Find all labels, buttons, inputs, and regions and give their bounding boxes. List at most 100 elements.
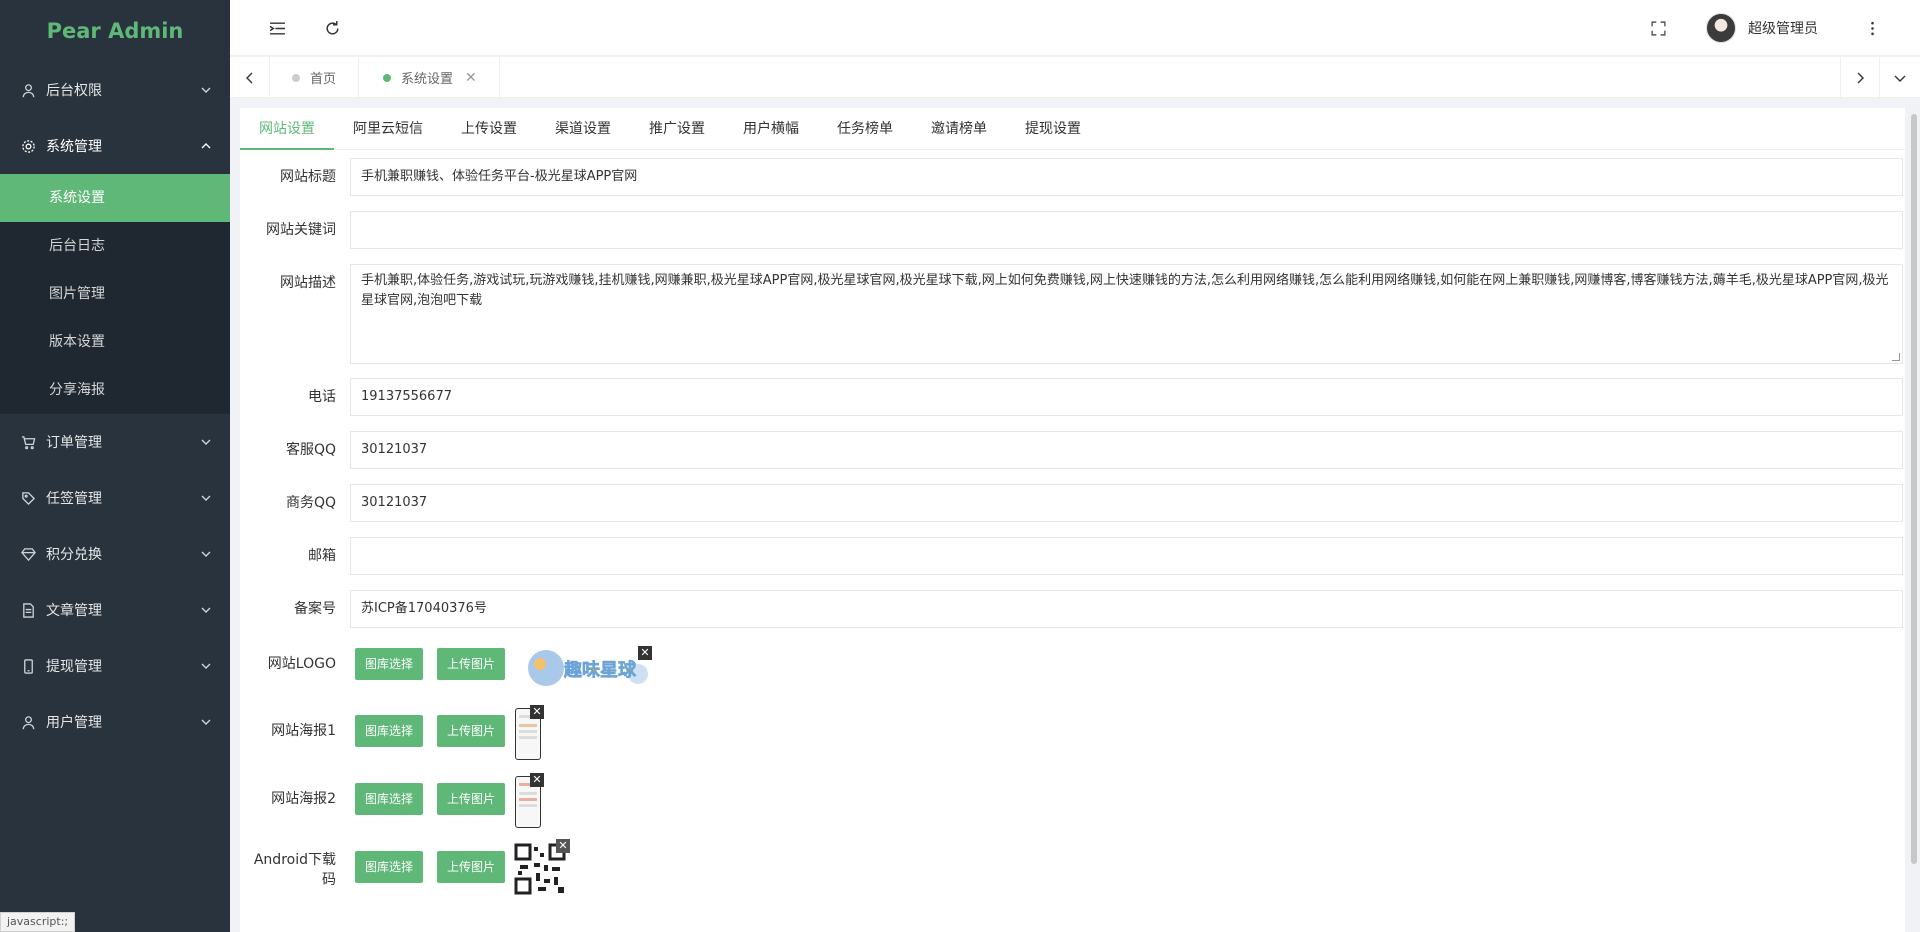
sidebar-item-users[interactable]: 用户管理 — [0, 694, 230, 750]
diamond-icon — [20, 546, 36, 562]
chevron-down-icon — [201, 719, 211, 725]
email-label: 邮箱 — [308, 548, 336, 564]
tabs-dropdown-icon[interactable] — [1880, 57, 1920, 98]
service-qq-label: 客服QQ — [285, 442, 336, 458]
page-scrollbar[interactable] — [1910, 108, 1918, 932]
close-icon[interactable]: ✕ — [465, 70, 477, 86]
poster1-upload-button[interactable]: 上传图片 — [437, 715, 506, 747]
app-logo[interactable]: Pear Admin — [0, 0, 230, 62]
tabs-scroll-right-icon[interactable] — [1840, 57, 1880, 98]
site-title-input[interactable]: 手机兼职赚钱、体验任务平台-极光星球APP官网 — [350, 158, 1903, 196]
sidebar-item-admin-logs[interactable]: 后台日志 — [0, 222, 230, 270]
tab-task-ranking[interactable]: 任务榜单 — [818, 108, 912, 150]
poster2-label: 网站海报2 — [271, 791, 336, 807]
sidebar-item-label: 任签管理 — [46, 491, 102, 507]
logo-upload-button[interactable]: 上传图片 — [437, 648, 506, 680]
android-library-button[interactable]: 图库选择 — [355, 851, 424, 883]
tab-status-dot — [383, 73, 391, 82]
sidebar-item-articles[interactable]: 文章管理 — [0, 582, 230, 638]
browser-status-bar: javascript:; — [0, 912, 76, 932]
remove-image-icon[interactable]: ✕ — [530, 773, 544, 787]
sidebar-item-tasks[interactable]: 任签管理 — [0, 470, 230, 526]
poster2-upload-button[interactable]: 上传图片 — [437, 783, 506, 815]
sidebar: Pear Admin 后台权限 系统管理 系统设置 后台日志 图片管理 版本设置… — [0, 0, 230, 932]
tab-website-settings[interactable]: 网站设置 — [240, 108, 334, 150]
sidebar-item-image-management[interactable]: 图片管理 — [0, 270, 230, 318]
gear-icon — [20, 138, 36, 154]
chevron-down-icon — [201, 87, 211, 93]
user-icon — [20, 82, 36, 98]
sidebar-item-withdrawals[interactable]: 提现管理 — [0, 638, 230, 694]
android-qr-thumbnail: ✕ — [514, 839, 570, 895]
remove-image-icon[interactable]: ✕ — [638, 646, 652, 660]
scrollbar-thumb[interactable] — [1911, 114, 1917, 864]
phone-label: 电话 — [308, 389, 336, 405]
document-icon — [20, 602, 36, 618]
poster1-library-button[interactable]: 图库选择 — [355, 715, 424, 747]
tabs-scroll-left-icon[interactable] — [230, 57, 270, 98]
chevron-down-icon — [201, 551, 211, 557]
logo-library-button[interactable]: 图库选择 — [355, 648, 424, 680]
logo-image: 趣味星球 — [528, 650, 648, 686]
icp-input[interactable]: 苏ICP备17040376号 — [350, 590, 1903, 628]
poster1-thumbnail: ✕ — [515, 705, 544, 760]
page-tabs-bar: 首页 系统设置 ✕ — [230, 57, 1920, 98]
sidebar-item-label: 后台权限 — [46, 83, 102, 99]
chevron-down-icon — [201, 495, 211, 501]
refresh-icon[interactable] — [318, 14, 346, 42]
tag-icon — [20, 490, 36, 506]
description-text: 手机兼职,体验任务,游戏试玩,玩游戏赚钱,挂机赚钱,网赚兼职,极光星球APP官网… — [361, 273, 1889, 308]
sidebar-item-points[interactable]: 积分兑换 — [0, 526, 230, 582]
sidebar-item-label: 文章管理 — [46, 603, 102, 619]
service-qq-input[interactable]: 30121037 — [350, 431, 1903, 469]
poster1-label: 网站海报1 — [271, 723, 336, 739]
tab-aliyun-sms[interactable]: 阿里云短信 — [334, 108, 442, 150]
chevron-down-icon — [201, 663, 211, 669]
sidebar-item-label: 订单管理 — [46, 435, 102, 451]
sidebar-item-permissions[interactable]: 后台权限 — [0, 62, 230, 118]
page-tab-home[interactable]: 首页 — [270, 57, 360, 98]
cart-icon — [20, 434, 36, 450]
tab-invite-ranking[interactable]: 邀请榜单 — [912, 108, 1006, 150]
logo-thumbnail: 趣味星球 ✕ — [520, 640, 656, 692]
sidebar-item-label: 积分兑换 — [46, 547, 102, 563]
sidebar-item-system-settings[interactable]: 系统设置 — [0, 174, 230, 222]
sidebar-item-label: 系统管理 — [46, 139, 102, 155]
username: 超级管理员 — [1748, 21, 1818, 37]
user-menu[interactable]: 超级管理员 — [1706, 10, 1818, 46]
sidebar-item-label: 提现管理 — [46, 659, 102, 675]
svg-text:趣味星球: 趣味星球 — [563, 660, 637, 681]
tab-withdraw-settings[interactable]: 提现设置 — [1006, 108, 1100, 150]
sidebar-item-system[interactable]: 系统管理 — [0, 118, 230, 174]
sidebar-item-orders[interactable]: 订单管理 — [0, 414, 230, 470]
menu-toggle-icon[interactable] — [263, 14, 291, 42]
keywords-input[interactable] — [350, 211, 1903, 249]
top-header: 超级管理员 — [230, 0, 1920, 56]
remove-image-icon[interactable]: ✕ — [556, 839, 570, 853]
sidebar-item-share-poster[interactable]: 分享海报 — [0, 366, 230, 414]
tab-channel-settings[interactable]: 渠道设置 — [536, 108, 630, 150]
description-textarea[interactable]: 手机兼职,体验任务,游戏试玩,玩游戏赚钱,挂机赚钱,网赚兼职,极光星球APP官网… — [350, 264, 1903, 364]
icp-label: 备案号 — [294, 601, 336, 617]
business-qq-label: 商务QQ — [285, 495, 336, 511]
chevron-down-icon — [201, 607, 211, 613]
tab-user-banner[interactable]: 用户横幅 — [724, 108, 818, 150]
android-upload-button[interactable]: 上传图片 — [437, 851, 506, 883]
page-tab-label: 首页 — [310, 72, 337, 87]
more-vertical-icon[interactable] — [1858, 14, 1886, 42]
keywords-label: 网站关键词 — [266, 222, 336, 238]
poster2-library-button[interactable]: 图库选择 — [355, 783, 424, 815]
tab-upload-settings[interactable]: 上传设置 — [442, 108, 536, 150]
tab-promotion-settings[interactable]: 推广设置 — [630, 108, 724, 150]
page-tab-system-settings[interactable]: 系统设置 ✕ — [361, 57, 500, 98]
business-qq-input[interactable]: 30121037 — [350, 484, 1903, 522]
phone-input[interactable]: 19137556677 — [350, 378, 1903, 416]
resize-handle-icon[interactable] — [1892, 353, 1900, 361]
settings-tabs: 网站设置 阿里云短信 上传设置 渠道设置 推广设置 用户横幅 任务榜单 邀请榜单… — [240, 108, 1905, 150]
chevron-up-icon — [201, 143, 211, 149]
fullscreen-icon[interactable] — [1644, 14, 1672, 42]
sidebar-item-version-settings[interactable]: 版本设置 — [0, 318, 230, 366]
logo-label: 网站LOGO — [267, 656, 336, 672]
remove-image-icon[interactable]: ✕ — [530, 705, 544, 719]
email-input[interactable] — [350, 537, 1903, 575]
